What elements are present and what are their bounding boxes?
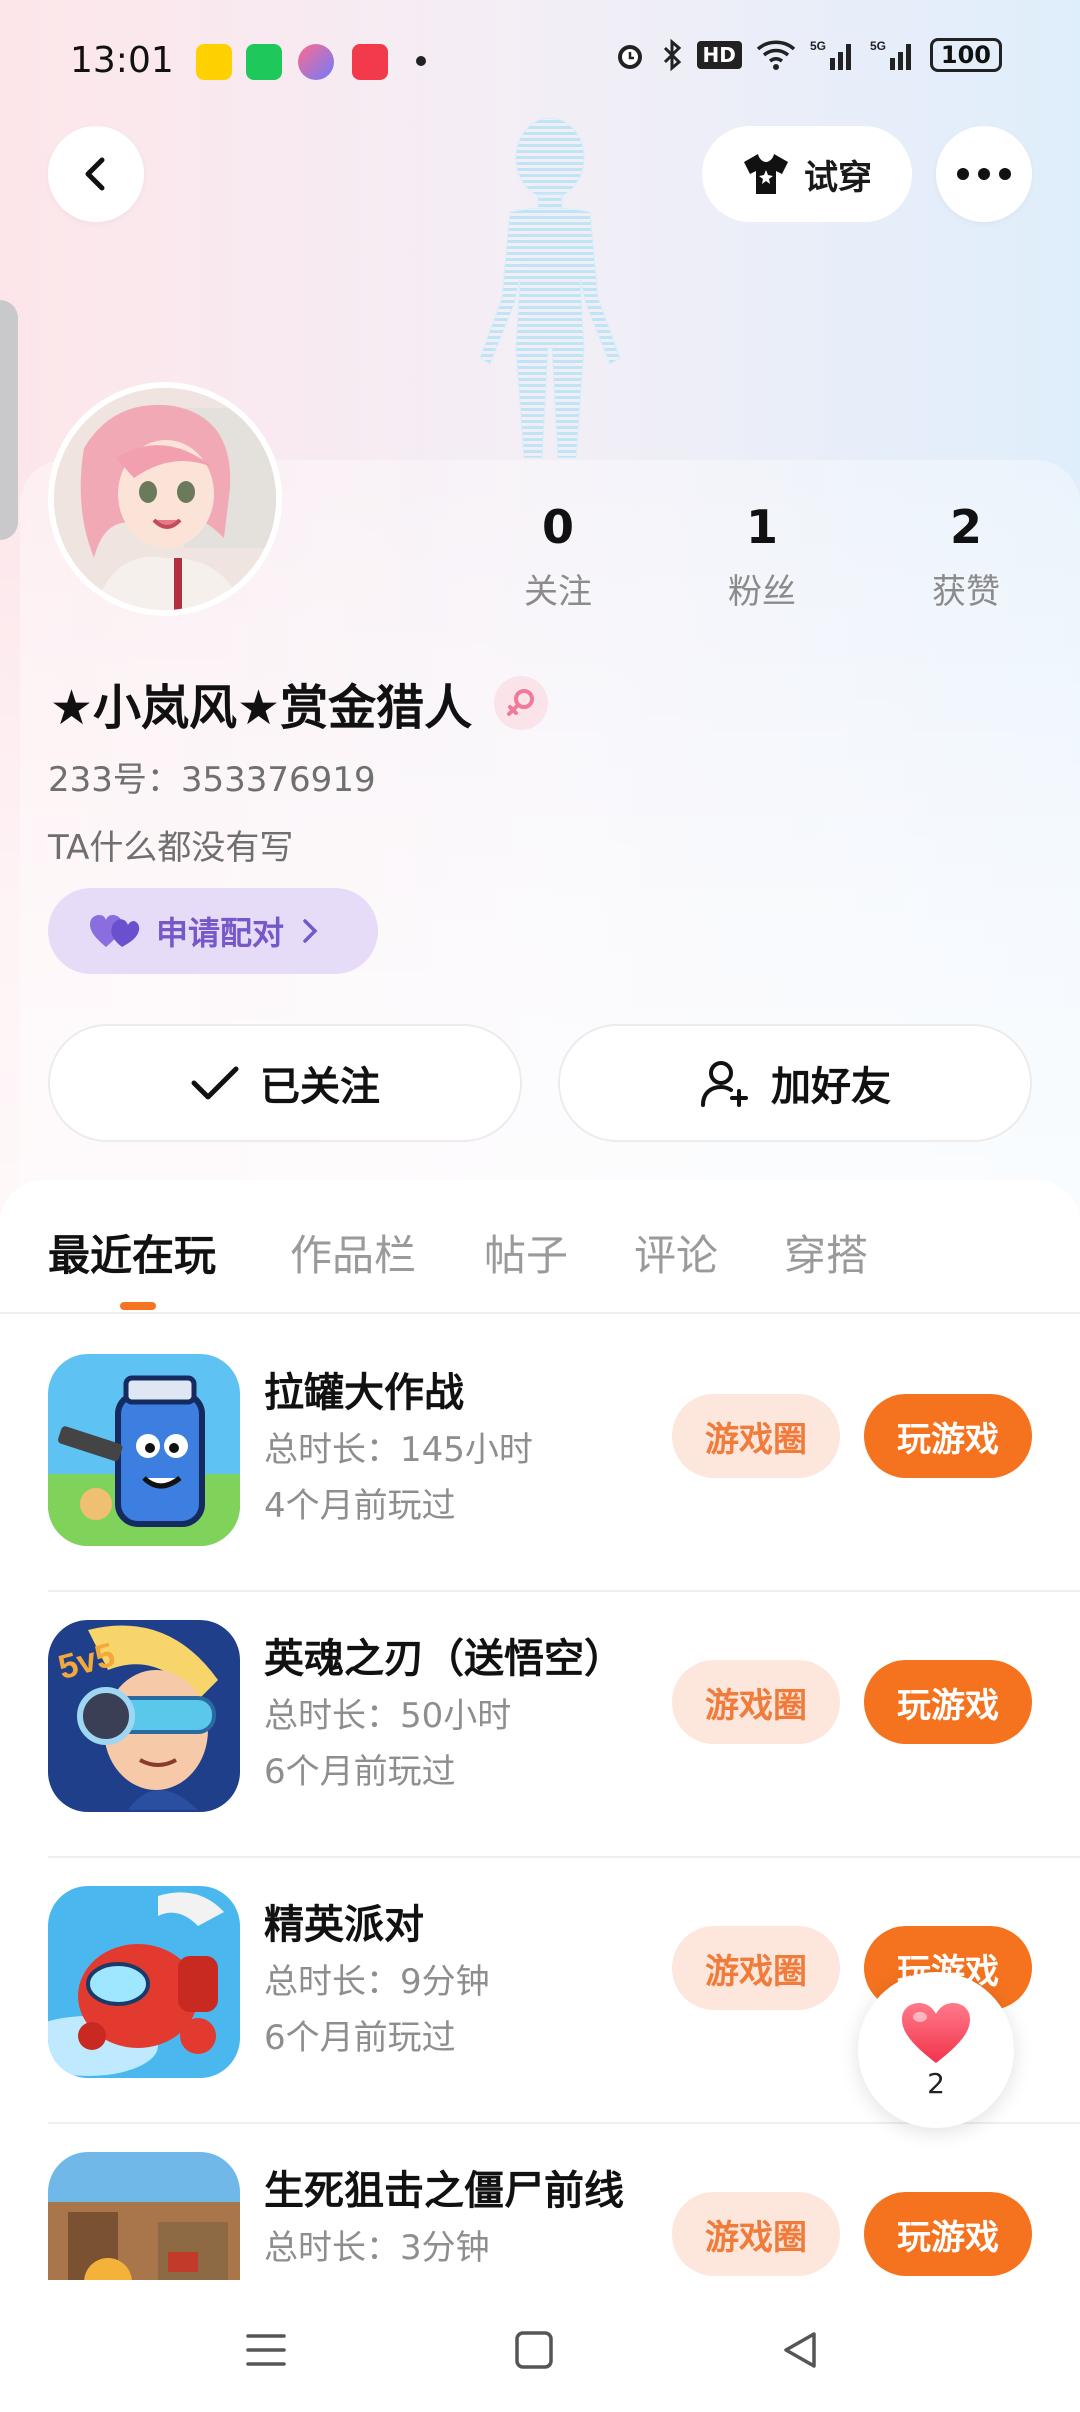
- game-circle-button[interactable]: 游戏圈: [672, 1394, 840, 1478]
- game-last-played: 4个月前玩过: [264, 1486, 456, 1526]
- game-duration: 总时长：50小时: [264, 1696, 512, 1736]
- battery-indicator: 100: [929, 38, 1002, 72]
- game-last-played: 6个月前玩过: [264, 1752, 456, 1792]
- side-edge-handle[interactable]: [0, 300, 18, 540]
- stat-value: 2: [949, 500, 982, 554]
- try-on-button[interactable]: 试穿: [702, 126, 912, 222]
- female-gender-icon: [494, 676, 549, 730]
- status-time: 13:01: [70, 40, 174, 81]
- try-on-label: 试穿: [804, 157, 872, 198]
- game-row[interactable]: 生死狙击之僵尸前线 总时长：3分钟 游戏圈 玩游戏: [0, 2124, 1080, 2280]
- wechat-icon: [246, 44, 282, 80]
- play-game-button[interactable]: 玩游戏: [864, 1394, 1032, 1478]
- play-game-button[interactable]: 玩游戏: [864, 2192, 1032, 2276]
- user-id: 233号：353376919: [48, 760, 376, 800]
- request-pair-label: 申请配对: [156, 914, 285, 952]
- svg-text:5G: 5G: [870, 39, 886, 53]
- bluetooth-icon: [663, 38, 681, 72]
- tab-recently-played[interactable]: 最近在玩: [48, 1222, 216, 1283]
- game-duration: 总时长：145小时: [264, 1430, 533, 1470]
- tab-works[interactable]: 作品栏: [290, 1222, 416, 1283]
- tab-outfits[interactable]: 穿搭: [784, 1222, 868, 1283]
- play-game-button[interactable]: 玩游戏: [864, 1660, 1032, 1744]
- stat-value: 1: [745, 500, 778, 554]
- tab-comments[interactable]: 评论: [634, 1222, 718, 1283]
- avatar-image: [54, 388, 276, 610]
- divider: [0, 1312, 1080, 1314]
- square-icon: [515, 2331, 553, 2369]
- like-count: 2: [927, 2066, 945, 2100]
- menu-lines-icon: [246, 2334, 286, 2366]
- game-duration: 总时长：3分钟: [264, 2228, 490, 2268]
- wifi-icon: [756, 40, 796, 70]
- profile-name: ★小岚风★赏金猎人: [50, 680, 473, 736]
- app-icon: [298, 44, 334, 80]
- home-button[interactable]: [504, 2320, 564, 2380]
- game-circle-button[interactable]: 游戏圈: [672, 1926, 840, 2010]
- chevron-right-icon: [303, 919, 318, 943]
- tshirt-icon: [744, 154, 788, 194]
- stat-followers[interactable]: 1 粉丝: [682, 500, 842, 613]
- back-nav-button[interactable]: [770, 2320, 830, 2380]
- svg-text:5G: 5G: [810, 39, 826, 53]
- game-icon-shengsi-juji: [48, 2152, 240, 2280]
- game-row[interactable]: 5v5 英魂之刃（送悟空） 总时长：50小时 6个月前玩过 游戏圈 玩游戏: [0, 1592, 1080, 1858]
- stat-value: 0: [541, 500, 574, 554]
- request-pair-button[interactable]: 申请配对: [48, 888, 378, 974]
- alarm-icon: [617, 45, 642, 69]
- like-floating-button[interactable]: 2: [858, 1972, 1014, 2128]
- 5g-signal-icon: 5G: [810, 39, 851, 70]
- meituan-icon: [196, 44, 232, 80]
- chevron-left-icon: [85, 157, 105, 191]
- avatar-3d-hologram: [479, 117, 621, 458]
- game-icon-yinghun: 5v5: [48, 1620, 240, 1812]
- profile-name-row: ★小岚风★赏金猎人: [50, 668, 549, 738]
- double-heart-icon: [90, 915, 140, 947]
- active-tab-indicator: [120, 1302, 156, 1310]
- triangle-back-icon: [784, 2332, 816, 2368]
- 5g-signal-icon: 5G: [870, 39, 911, 70]
- stat-label: 粉丝: [728, 572, 796, 612]
- game-title: 拉罐大作战: [264, 1370, 464, 1416]
- heart-icon: [902, 2002, 970, 2063]
- music-icon: [352, 44, 388, 80]
- tab-posts[interactable]: 帖子: [484, 1222, 568, 1283]
- stat-following[interactable]: 0 关注: [478, 500, 638, 613]
- add-user-icon: [701, 1061, 748, 1107]
- followed-label: 已关注: [260, 1064, 380, 1110]
- game-duration: 总时长：9分钟: [264, 1962, 490, 2002]
- game-last-played: 6个月前玩过: [264, 2018, 456, 2058]
- add-friend-button[interactable]: 加好友: [558, 1024, 1032, 1142]
- recents-button[interactable]: [236, 2320, 296, 2380]
- game-title: 生死狙击之僵尸前线: [264, 2168, 624, 2214]
- game-title: 精英派对: [264, 1902, 424, 1948]
- avatar[interactable]: [48, 382, 282, 616]
- game-circle-button[interactable]: 游戏圈: [672, 2192, 840, 2276]
- notification-dot-icon: [416, 56, 426, 66]
- stat-label: 获赞: [932, 572, 1000, 612]
- add-friend-label: 加好友: [771, 1064, 891, 1110]
- user-bio: TA什么都没有写: [48, 828, 294, 868]
- more-dots-icon: [957, 168, 1011, 180]
- game-icon-lagunda: [48, 1354, 240, 1546]
- checkmark-icon: [191, 1066, 239, 1100]
- status-bar: 13:01 HD 5G 5G 100: [0, 0, 1080, 124]
- stat-label: 关注: [524, 572, 592, 612]
- game-circle-button[interactable]: 游戏圈: [672, 1660, 840, 1744]
- followed-button[interactable]: 已关注: [48, 1024, 522, 1142]
- game-title: 英魂之刃（送悟空）: [264, 1636, 624, 1682]
- back-button[interactable]: [48, 126, 144, 222]
- system-navigation-bar: [0, 2280, 1080, 2412]
- more-options-button[interactable]: [936, 126, 1032, 222]
- game-row[interactable]: 拉罐大作战 总时长：145小时 4个月前玩过 游戏圈 玩游戏: [0, 1326, 1080, 1592]
- hd-icon: HD: [696, 41, 742, 69]
- game-icon-jingying-paidui: [48, 1886, 240, 2078]
- profile-tabs: 最近在玩 作品栏 帖子 评论 穿搭: [0, 1210, 1080, 1312]
- status-icons: HD 5G 5G 100: [613, 38, 1002, 72]
- stat-likes[interactable]: 2 获赞: [886, 500, 1046, 613]
